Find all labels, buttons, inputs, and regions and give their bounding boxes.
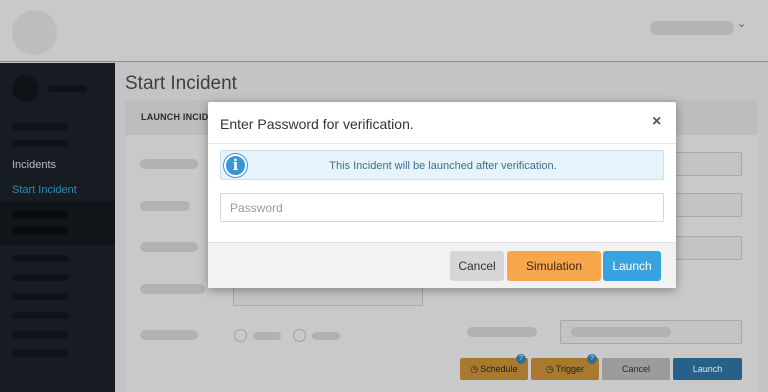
user-menu-name-placeholder[interactable] <box>650 21 734 35</box>
form-label-placeholder <box>467 327 537 337</box>
clock-icon: ◷ <box>470 363 479 374</box>
schedule-button[interactable]: ◷ Schedule ? <box>460 354 528 380</box>
form-label-placeholder <box>140 201 190 211</box>
input-value-placeholder <box>571 327 671 337</box>
sidebar-item-placeholder[interactable] <box>12 255 69 262</box>
sidebar-item-placeholder[interactable] <box>12 331 69 338</box>
modal-header: Enter Password for verification. × <box>208 102 676 144</box>
simulation-button[interactable]: Simulation <box>507 251 601 281</box>
chevron-down-icon[interactable]: ⌄ <box>737 17 746 30</box>
sidebar-item-placeholder[interactable] <box>12 211 69 218</box>
form-label-placeholder <box>140 284 205 294</box>
cancel-button[interactable]: Cancel <box>450 251 504 281</box>
radio-button[interactable] <box>293 329 306 342</box>
select-placeholder[interactable] <box>675 152 742 176</box>
select-placeholder[interactable] <box>675 193 742 217</box>
sidebar-username-placeholder <box>47 85 87 92</box>
close-icon[interactable]: × <box>652 113 661 131</box>
sidebar-item-placeholder[interactable] <box>12 123 69 130</box>
info-alert: i This Incident will be launched after v… <box>220 150 664 180</box>
background-cancel-button[interactable]: Cancel <box>602 358 670 380</box>
launch-button[interactable]: Launch <box>603 251 661 281</box>
sidebar: Incidents Start Incident <box>0 63 115 392</box>
password-input[interactable] <box>220 193 664 222</box>
trigger-button[interactable]: ◷ Trigger ? <box>531 354 599 380</box>
schedule-button-label: Schedule <box>480 364 518 374</box>
top-navbar: ⌄ <box>0 0 768 62</box>
panel-header-title: LAUNCH INCIDE <box>141 112 215 122</box>
sidebar-item-start-incident[interactable]: Start Incident <box>12 184 77 196</box>
page-title: Start Incident <box>125 73 237 94</box>
password-verification-modal: Enter Password for verification. × i Thi… <box>208 102 676 288</box>
sidebar-item-placeholder[interactable] <box>12 140 69 147</box>
info-alert-text: This Incident will be launched after ver… <box>329 160 557 172</box>
logo-placeholder <box>12 10 57 55</box>
sidebar-item-placeholder[interactable] <box>12 350 69 357</box>
help-icon[interactable]: ? <box>587 354 597 364</box>
sidebar-subsection <box>0 201 115 245</box>
sidebar-item-placeholder[interactable] <box>12 274 69 281</box>
form-label-placeholder <box>140 159 198 169</box>
modal-footer: Cancel Simulation Launch <box>208 242 676 288</box>
form-label-placeholder <box>140 242 198 252</box>
modal-title: Enter Password for verification. <box>220 116 414 132</box>
radio-label-placeholder <box>253 332 281 340</box>
trigger-button-label: Trigger <box>555 364 585 374</box>
sidebar-item-placeholder[interactable] <box>12 227 69 234</box>
user-avatar-icon <box>12 75 39 102</box>
radio-label-placeholder <box>312 332 340 340</box>
input-placeholder[interactable] <box>675 236 742 260</box>
sidebar-item-placeholder[interactable] <box>12 312 69 319</box>
radio-button[interactable] <box>234 329 247 342</box>
sidebar-item-placeholder[interactable] <box>12 293 69 300</box>
form-label-placeholder <box>140 330 198 340</box>
background-launch-button[interactable]: Launch <box>673 358 742 380</box>
help-icon[interactable]: ? <box>516 354 526 364</box>
sidebar-item-incidents[interactable]: Incidents <box>12 159 56 171</box>
clock-icon: ◷ <box>545 363 554 374</box>
